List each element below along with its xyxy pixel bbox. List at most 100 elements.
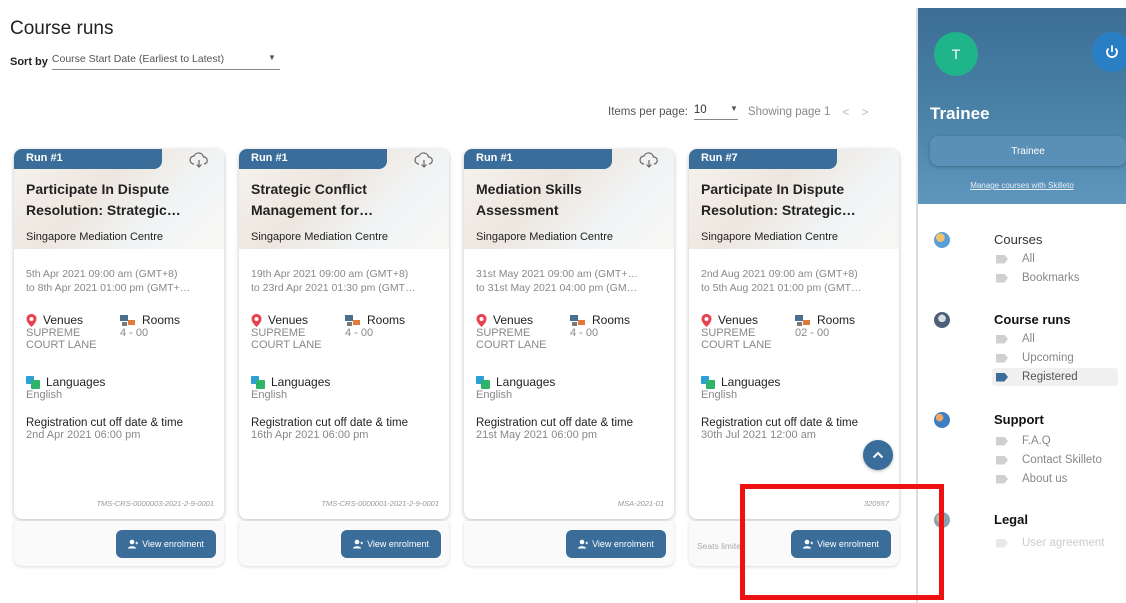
card-footer: View enrolment	[239, 521, 449, 566]
course-title[interactable]: Participate In Dispute Resolution: Strat…	[26, 179, 214, 221]
run-tag: Run #7	[689, 149, 837, 169]
menu-item-label: Registered	[1022, 371, 1078, 383]
chevron-up-icon	[872, 451, 884, 459]
prev-page-button[interactable]: <	[842, 105, 849, 119]
map-pin-icon	[251, 313, 262, 327]
tag-icon	[996, 436, 1008, 446]
translate-icon	[476, 375, 490, 389]
venue-line-1: SUPREME	[701, 327, 756, 339]
course-run-code: MSA-2021-01	[617, 499, 664, 508]
user-icon	[578, 539, 589, 549]
rooms-block: Rooms 4 - 00	[120, 313, 210, 339]
translate-icon	[701, 375, 715, 389]
view-enrolment-button[interactable]: View enrolment	[791, 530, 891, 558]
card-footer: View enrolment	[464, 521, 674, 566]
venues-block: Venues SUPREME COURT LANE	[26, 313, 126, 351]
role-switch-button[interactable]: Trainee	[930, 136, 1126, 166]
map-pin-icon	[26, 313, 37, 327]
venues-label: Venues	[493, 313, 534, 327]
languages-label: Languages	[271, 375, 331, 389]
cloud-download-icon[interactable]	[413, 151, 435, 169]
next-page-button[interactable]: >	[861, 105, 868, 119]
course-run-card[interactable]: Run #1 Strategic Conflict Management for…	[239, 149, 449, 519]
course-dates: 19th Apr 2021 09:00 am (GMT+8) to 23rd A…	[251, 267, 441, 295]
cloud-download-icon[interactable]	[188, 151, 210, 169]
rooms-label: Rooms	[817, 313, 856, 327]
courses-icon	[934, 232, 950, 248]
menu-item-contact[interactable]: Contact Skilleto	[996, 451, 1102, 469]
venue-line-2: COURT LANE	[476, 339, 547, 351]
menu-item-faq[interactable]: F.A.Q	[996, 432, 1051, 450]
view-enrolment-button[interactable]: View enrolment	[566, 530, 666, 558]
card-footer: View enrolment	[14, 521, 224, 566]
course-dates: 5th Apr 2021 09:00 am (GMT+8) to 8th Apr…	[26, 267, 216, 295]
room-icon	[570, 314, 585, 326]
venues-label: Venues	[718, 313, 759, 327]
legal-icon	[934, 512, 950, 528]
room-value: 02 - 00	[795, 327, 830, 339]
sort-select[interactable]: Course Start Date (Earliest to Latest) ▼	[51, 53, 280, 70]
scroll-to-top-button[interactable]	[863, 440, 893, 470]
date-to: to 23rd Apr 2021 01:30 pm (GMT…	[251, 282, 416, 294]
user-icon	[353, 539, 364, 549]
tag-icon	[996, 455, 1008, 465]
date-from: 31st May 2021 09:00 am (GMT+…	[476, 268, 638, 280]
translate-icon	[26, 375, 40, 389]
menu-item-course-runs-all[interactable]: All	[996, 330, 1035, 348]
view-enrolment-label: View enrolment	[142, 539, 204, 549]
course-run-card[interactable]: Run #1 Mediation Skills Assessment Singa…	[464, 149, 674, 519]
venue-line-2: COURT LANE	[251, 339, 322, 351]
room-value: 4 - 00	[345, 327, 374, 339]
page-title: Course runs	[10, 18, 114, 39]
sidebar: T Trainee Trainee Manage courses with Sk…	[916, 8, 1126, 603]
view-enrolment-button[interactable]: View enrolment	[341, 530, 441, 558]
sort-value: Course Start Date (Earliest to Latest)	[51, 53, 225, 65]
tag-icon	[996, 353, 1008, 363]
sort-label: Sort by	[10, 55, 48, 68]
role-title: Trainee	[930, 104, 990, 123]
course-organisation: Singapore Mediation Centre	[476, 231, 613, 243]
registration-cutoff-block: Registration cut off date & time 21st Ma…	[476, 417, 668, 441]
items-per-page-value: 10	[693, 104, 707, 116]
date-from: 19th Apr 2021 09:00 am (GMT+8)	[251, 268, 409, 280]
date-to: to 31st May 2021 04:00 pm (GM…	[476, 282, 638, 294]
chevron-down-icon: ▼	[729, 104, 738, 113]
registration-cutoff-label: Registration cut off date & time	[701, 417, 859, 429]
menu-title-courses[interactable]: Courses	[994, 232, 1042, 247]
manage-courses-link[interactable]: Manage courses with Skilleto	[918, 181, 1126, 190]
languages-label: Languages	[46, 375, 106, 389]
items-per-page-select[interactable]: 10 ▼	[693, 104, 738, 120]
venue-line-2: COURT LANE	[701, 339, 772, 351]
menu-title-course-runs[interactable]: Course runs	[994, 312, 1071, 327]
cloud-download-icon[interactable]	[638, 151, 660, 169]
logout-button[interactable]	[1092, 32, 1126, 72]
menu-item-registered[interactable]: Registered	[992, 368, 1118, 386]
course-organisation: Singapore Mediation Centre	[251, 231, 388, 243]
course-organisation: Singapore Mediation Centre	[26, 231, 163, 243]
room-value: 4 - 00	[570, 327, 599, 339]
date-from: 5th Apr 2021 09:00 am (GMT+8)	[26, 268, 178, 280]
course-run-card[interactable]: Run #1 Participate In Dispute Resolution…	[14, 149, 224, 519]
main-content: Course runs Sort by Course Start Date (E…	[0, 0, 915, 603]
menu-item-bookmarks[interactable]: Bookmarks	[996, 269, 1080, 287]
menu-title-support[interactable]: Support	[994, 412, 1044, 427]
avatar[interactable]: T	[934, 32, 978, 76]
registration-cutoff-block: Registration cut off date & time 30th Ju…	[701, 417, 893, 441]
menu-item-upcoming[interactable]: Upcoming	[996, 349, 1074, 367]
room-icon	[120, 314, 135, 326]
course-title[interactable]: Strategic Conflict Management for…	[251, 179, 439, 221]
course-title[interactable]: Mediation Skills Assessment	[476, 179, 664, 221]
course-title[interactable]: Participate In Dispute Resolution: Strat…	[701, 179, 889, 221]
view-enrolment-button[interactable]: View enrolment	[116, 530, 216, 558]
menu-title-legal[interactable]: Legal	[994, 512, 1028, 527]
menu-item-user-agreement[interactable]: User agreement	[996, 534, 1104, 552]
languages-label: Languages	[496, 375, 556, 389]
rooms-block: Rooms 02 - 00	[795, 313, 885, 339]
tag-icon	[996, 273, 1008, 283]
language-value: English	[476, 389, 513, 401]
date-from: 2nd Aug 2021 09:00 am (GMT+8)	[701, 268, 858, 280]
rooms-label: Rooms	[367, 313, 406, 327]
menu-item-about[interactable]: About us	[996, 470, 1067, 488]
menu-item-courses-all[interactable]: All	[996, 250, 1035, 268]
paginator: Items per page: 10 ▼ Showing page 1 < >	[608, 104, 868, 120]
